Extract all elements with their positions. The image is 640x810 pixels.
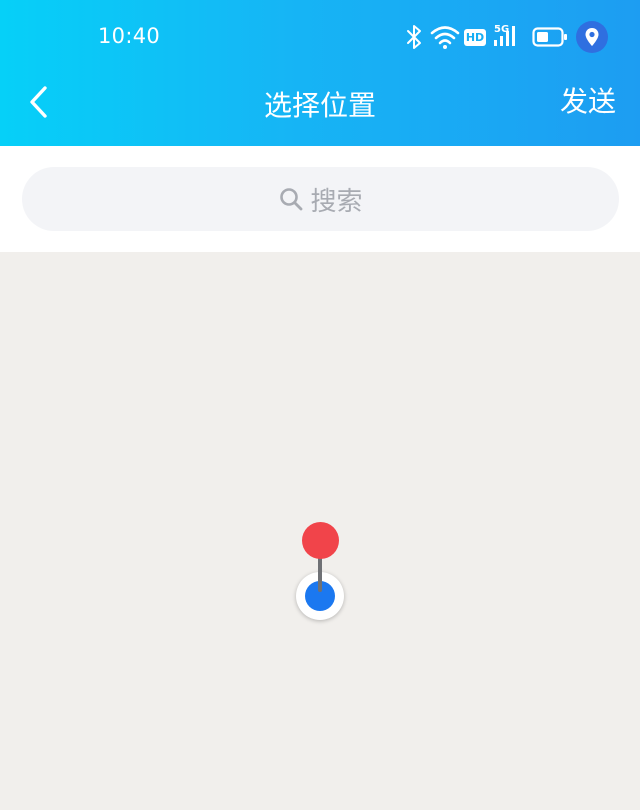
search-placeholder: 搜索: [310, 186, 363, 217]
map-pin-icon[interactable]: [302, 522, 339, 559]
app-header: 10:40 HD 5G 选择位置 发送: [0, 0, 640, 146]
send-button[interactable]: 发送: [560, 80, 616, 120]
map-view[interactable]: [0, 252, 640, 810]
search-input[interactable]: 搜索: [22, 167, 619, 231]
status-bar: 10:40 HD 5G: [0, 0, 640, 72]
search-icon: [280, 188, 303, 211]
status-time: 10:40: [98, 24, 161, 48]
location-icon: [576, 21, 608, 53]
hd-icon: HD: [464, 29, 486, 46]
signal-bar-2: [500, 36, 503, 46]
signal-bar-3: [506, 31, 509, 46]
page-title: 选择位置: [263, 89, 376, 122]
nav-bar: 选择位置 发送: [0, 72, 640, 146]
battery-icon: [532, 27, 567, 47]
5g-signal-icon: 5G: [494, 24, 524, 50]
bluetooth-icon: [407, 25, 421, 49]
signal-bar-4: [512, 26, 515, 46]
search-section: 搜索: [0, 146, 640, 252]
signal-bar-1: [494, 40, 497, 46]
wifi-icon: [430, 26, 460, 49]
